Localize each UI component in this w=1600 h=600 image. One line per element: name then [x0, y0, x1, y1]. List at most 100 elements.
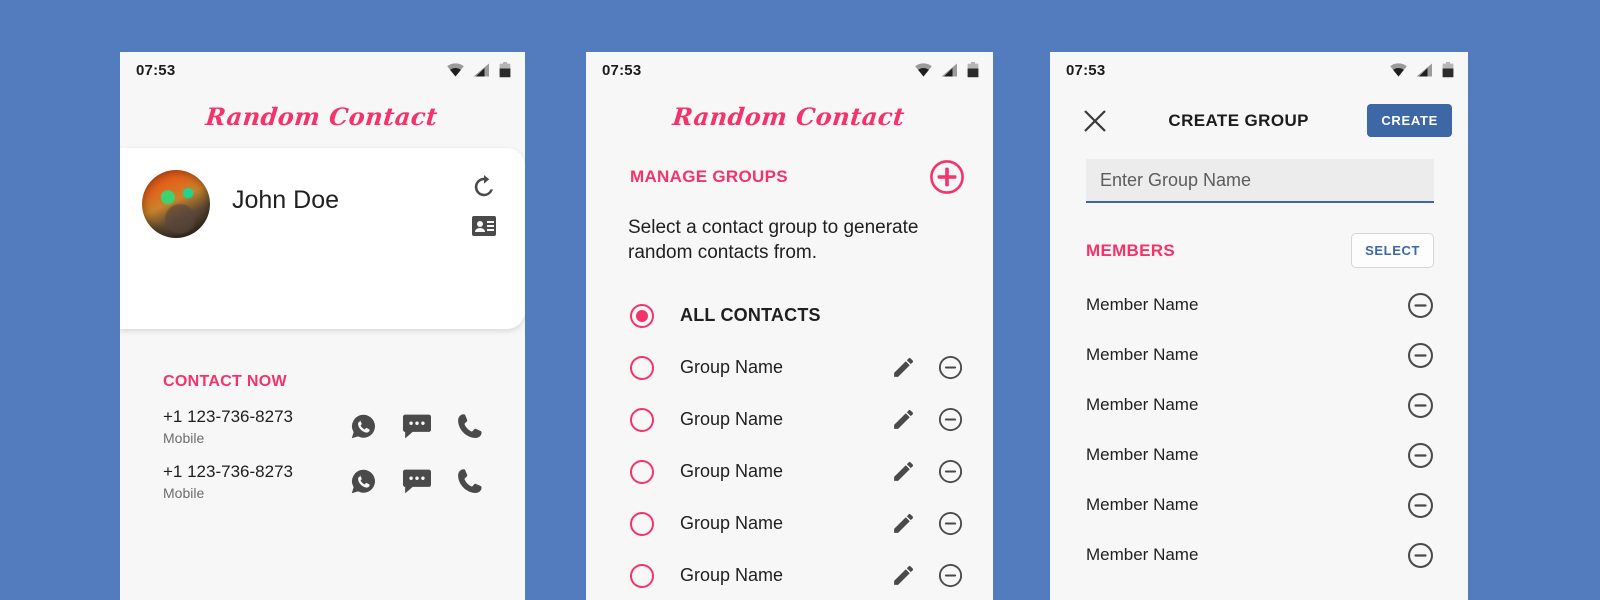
call-icon[interactable] — [457, 413, 483, 440]
close-icon[interactable] — [1080, 106, 1110, 136]
list-item[interactable]: Member Name — [1050, 430, 1468, 480]
remove-icon[interactable] — [938, 459, 963, 484]
list-item[interactable]: Member Name — [1050, 280, 1468, 330]
status-bar-icons — [447, 62, 511, 78]
radio-button[interactable] — [630, 511, 654, 536]
radio-button[interactable] — [630, 355, 654, 380]
remove-icon[interactable] — [938, 511, 963, 536]
refresh-icon[interactable] — [471, 174, 497, 200]
app-title: Random Contact — [671, 102, 907, 131]
phone-actions — [350, 413, 525, 440]
group-name-field[interactable] — [1086, 159, 1434, 203]
group-list-item[interactable]: Group Name — [586, 550, 993, 600]
list-item[interactable]: Member Name — [1050, 480, 1468, 530]
list-item[interactable]: Member Name — [1050, 530, 1468, 580]
group-list-item[interactable]: ALL CONTACTS — [586, 290, 993, 342]
battery-icon — [1442, 62, 1454, 78]
group-list-item[interactable]: Group Name — [586, 342, 993, 394]
signal-icon — [1416, 63, 1433, 77]
phone-row[interactable]: +1 123-736-8273 Mobile — [120, 391, 525, 446]
group-name: Group Name — [680, 565, 784, 586]
wifi-icon — [1390, 62, 1407, 78]
group-item-actions — [891, 563, 963, 588]
phone-actions — [350, 468, 525, 495]
remove-icon[interactable] — [1407, 392, 1434, 419]
battery-icon — [967, 62, 979, 78]
group-list-item[interactable]: Group Name — [586, 446, 993, 498]
group-list-item[interactable]: Group Name — [586, 394, 993, 446]
wifi-icon — [915, 62, 932, 78]
radio-button[interactable] — [630, 459, 654, 484]
remove-icon[interactable] — [1407, 492, 1434, 519]
phone-number: +1 123-736-8273 — [163, 462, 293, 481]
remove-icon[interactable] — [1407, 342, 1434, 369]
radio-button[interactable] — [630, 407, 654, 432]
remove-icon[interactable] — [938, 407, 963, 432]
create-button[interactable]: CREATE — [1367, 104, 1452, 137]
radio-button[interactable] — [630, 563, 654, 588]
plus-circle-icon[interactable] — [929, 159, 965, 195]
member-name: Member Name — [1086, 545, 1199, 564]
status-bar: 07:53 — [1050, 52, 1468, 88]
select-button[interactable]: SELECT — [1351, 233, 1434, 268]
call-icon[interactable] — [457, 468, 483, 495]
app-title: Random Contact — [204, 102, 440, 131]
group-name: Group Name — [680, 513, 784, 534]
member-name: Member Name — [1086, 295, 1199, 314]
status-bar-icons — [915, 62, 979, 78]
edit-icon[interactable] — [891, 459, 916, 484]
wifi-icon — [447, 62, 464, 78]
remove-icon[interactable] — [1407, 292, 1434, 319]
signal-icon — [941, 63, 958, 77]
screenshot-stage: 07:53 Random Contact John Doe CONTACT NO… — [0, 0, 1600, 600]
message-icon[interactable] — [403, 469, 431, 494]
group-name: Group Name — [680, 409, 784, 430]
group-name: Group Name — [680, 357, 784, 378]
phone-type: Mobile — [163, 485, 205, 501]
signal-icon — [473, 63, 490, 77]
group-item-actions — [891, 407, 963, 432]
message-icon[interactable] — [403, 414, 431, 439]
manage-groups-header: MANAGE GROUPS — [586, 131, 993, 195]
members-label: MEMBERS — [1086, 240, 1175, 260]
group-name-input[interactable] — [1100, 169, 1420, 191]
list-item[interactable]: Member Name — [1050, 380, 1468, 430]
edit-icon[interactable] — [891, 511, 916, 536]
radio-button[interactable] — [630, 303, 654, 328]
group-list: ALL CONTACTS Group Name Group Name Group… — [586, 290, 993, 600]
page-title: CREATE GROUP — [1168, 110, 1309, 130]
remove-icon[interactable] — [938, 563, 963, 588]
status-bar: 07:53 — [120, 52, 525, 88]
phone-screen-create-group: 07:53 CREATE GROUP CREATE Enter Group Na… — [1050, 52, 1468, 600]
whatsapp-icon[interactable] — [350, 413, 377, 440]
avatar — [142, 170, 210, 238]
contact-now-label: CONTACT NOW — [163, 373, 287, 390]
phone-type: Mobile — [163, 430, 205, 446]
member-name: Member Name — [1086, 445, 1199, 464]
battery-icon — [499, 62, 511, 78]
remove-icon[interactable] — [938, 355, 963, 380]
member-name: Member Name — [1086, 345, 1199, 364]
status-bar: 07:53 — [586, 52, 993, 88]
list-item[interactable]: Member Name — [1050, 330, 1468, 380]
member-name: Member Name — [1086, 495, 1199, 514]
member-name: Member Name — [1086, 395, 1199, 414]
contact-card: John Doe — [120, 148, 525, 329]
whatsapp-icon[interactable] — [350, 468, 377, 495]
edit-icon[interactable] — [891, 563, 916, 588]
group-name: Group Name — [680, 461, 784, 482]
phone-row[interactable]: +1 123-736-8273 Mobile — [120, 446, 525, 501]
phone-screen-contact: 07:53 Random Contact John Doe CONTACT NO… — [120, 52, 525, 600]
remove-icon[interactable] — [1407, 542, 1434, 569]
group-list-item[interactable]: Group Name — [586, 498, 993, 550]
group-item-actions — [891, 355, 963, 380]
contact-card-icon[interactable] — [472, 216, 496, 236]
contact-name: John Doe — [232, 186, 340, 214]
group-item-actions — [891, 511, 963, 536]
edit-icon[interactable] — [891, 355, 916, 380]
remove-icon[interactable] — [1407, 442, 1434, 469]
edit-icon[interactable] — [891, 407, 916, 432]
manage-groups-label: MANAGE GROUPS — [630, 167, 788, 186]
group-item-actions — [891, 459, 963, 484]
create-group-header: CREATE GROUP CREATE — [1050, 88, 1468, 137]
